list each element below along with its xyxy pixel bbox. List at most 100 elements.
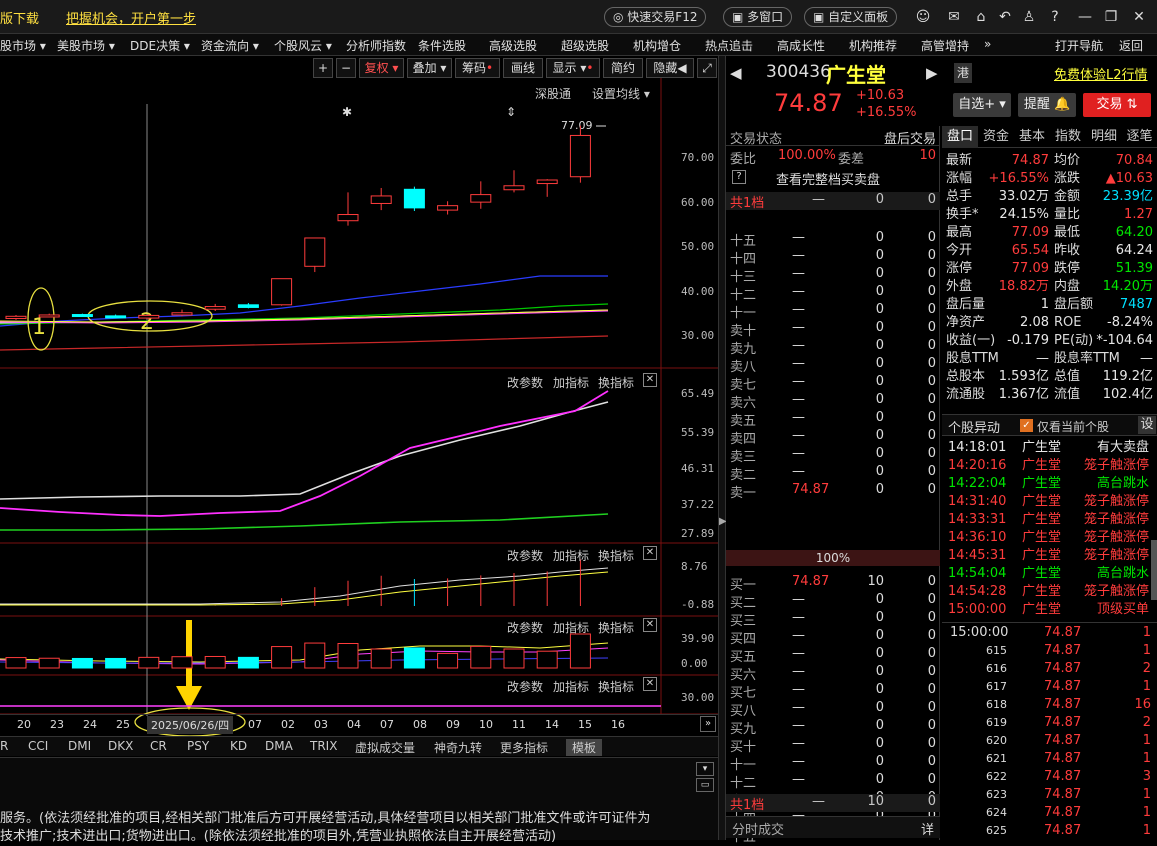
- sells-row[interactable]: 十二 — 0 0: [726, 284, 940, 303]
- close-icon[interactable]: ✕: [1130, 8, 1148, 26]
- menu-item[interactable]: 热点追击: [705, 37, 753, 54]
- tab-indicator[interactable]: TRIX: [310, 739, 337, 753]
- sells-row[interactable]: 十一 — 0 0: [726, 302, 940, 321]
- buys-row[interactable]: 买一 74.87 10 0: [726, 574, 940, 593]
- add-indicator-button[interactable]: 加指标: [553, 374, 589, 391]
- collapse-icon[interactable]: ▾: [696, 762, 714, 776]
- help-icon[interactable]: ?: [732, 170, 746, 184]
- modify-params-button[interactable]: 改参数: [507, 547, 543, 564]
- panel-divider[interactable]: ▶: [718, 56, 727, 840]
- restore-icon[interactable]: ❐: [1102, 8, 1120, 26]
- menu-item[interactable]: 分析师指数: [346, 37, 406, 54]
- tab-indicator[interactable]: 神奇九转: [434, 739, 482, 756]
- tab-funds[interactable]: 资金: [978, 126, 1014, 148]
- sells-row[interactable]: 卖一 74.87 0 0: [726, 482, 940, 501]
- event-row[interactable]: 14:31:40 广生堂 笼子触涨停: [946, 493, 1157, 511]
- sells-row[interactable]: 卖九 — 0 0: [726, 338, 940, 357]
- buys-row[interactable]: 十一 — 0 0: [726, 754, 940, 773]
- buys-row[interactable]: 买八 — 0 0: [726, 700, 940, 719]
- mail-icon[interactable]: ✉: [945, 8, 963, 26]
- scrollbar-thumb[interactable]: [1151, 540, 1157, 600]
- buys-row[interactable]: 买十 — 0 0: [726, 736, 940, 755]
- menu-item[interactable]: 超级选股: [561, 37, 609, 54]
- buys-row[interactable]: 买七 — 0 0: [726, 682, 940, 701]
- menu-item[interactable]: 美股市场 ▾: [57, 37, 115, 54]
- tab-indicator[interactable]: CCI: [28, 739, 48, 753]
- minimize-icon[interactable]: —: [1076, 8, 1094, 26]
- change-indicator-button[interactable]: 换指标: [598, 547, 634, 564]
- alert-button[interactable]: 提醒 🔔: [1018, 93, 1076, 117]
- add-indicator-button[interactable]: 加指标: [553, 619, 589, 636]
- sells-row[interactable]: 卖八 — 0 0: [726, 356, 940, 375]
- promo-link[interactable]: 把握机会，开户第一步: [66, 8, 196, 27]
- event-row[interactable]: 14:54:28 广生堂 笼子触涨停: [946, 583, 1157, 601]
- tab-template[interactable]: 模板: [566, 739, 603, 756]
- tab-indicator[interactable]: KD: [230, 739, 247, 753]
- tab-detail[interactable]: 明细: [1086, 126, 1122, 148]
- change-indicator-button[interactable]: 换指标: [598, 374, 634, 391]
- shirt-icon[interactable]: ♙: [1020, 8, 1038, 26]
- l2-trial-link[interactable]: 免费体验L2行情: [1054, 64, 1148, 83]
- menu-item[interactable]: 个股风云 ▾: [274, 37, 332, 54]
- event-row[interactable]: 14:22:04 广生堂 高台跳水: [946, 475, 1157, 493]
- tab-indicator[interactable]: DMI: [68, 739, 91, 753]
- buys-row[interactable]: 买五 — 0 0: [726, 646, 940, 665]
- sells-row[interactable]: 十四 — 0 0: [726, 248, 940, 267]
- buys-row[interactable]: 买二 — 0 0: [726, 592, 940, 611]
- tab-index[interactable]: 指数: [1050, 126, 1086, 148]
- event-row[interactable]: 14:20:16 广生堂 笼子触涨停: [946, 457, 1157, 475]
- menu-item[interactable]: DDE决策 ▾: [130, 37, 190, 54]
- back-icon[interactable]: ↶: [996, 8, 1014, 26]
- add-watchlist-button[interactable]: 自选+ ▾: [953, 93, 1011, 117]
- tab-indicator[interactable]: CR: [150, 739, 167, 753]
- only-current-label[interactable]: 仅看当前个股: [1037, 418, 1109, 435]
- next-stock-icon[interactable]: ▶: [926, 64, 938, 82]
- back-button[interactable]: 返回: [1119, 37, 1143, 54]
- scroll-right-icon[interactable]: »: [700, 716, 716, 732]
- add-indicator-button[interactable]: 加指标: [553, 547, 589, 564]
- close-panel-icon[interactable]: ✕: [643, 618, 657, 632]
- sells-row[interactable]: 卖七 — 0 0: [726, 374, 940, 393]
- modify-params-button[interactable]: 改参数: [507, 619, 543, 636]
- add-indicator-button[interactable]: 加指标: [553, 678, 589, 695]
- menu-item[interactable]: 高级选股: [489, 37, 537, 54]
- buys-row[interactable]: 买三 — 0 0: [726, 610, 940, 629]
- event-row[interactable]: 14:18:01 广生堂 有大卖盘: [946, 439, 1157, 457]
- home-icon[interactable]: ⌂: [972, 8, 990, 26]
- event-row[interactable]: 15:00:00 广生堂 顶级买单: [946, 601, 1157, 619]
- sells-row[interactable]: 十五 — 0 0: [726, 230, 940, 249]
- sells-row[interactable]: 卖六 — 0 0: [726, 392, 940, 411]
- menu-item[interactable]: 机构增仓: [633, 37, 681, 54]
- sells-row[interactable]: 卖四 — 0 0: [726, 428, 940, 447]
- event-row[interactable]: 14:36:10 广生堂 笼子触涨停: [946, 529, 1157, 547]
- close-panel-icon[interactable]: ✕: [643, 373, 657, 387]
- sells-row[interactable]: 卖二 — 0 0: [726, 464, 940, 483]
- buys-row[interactable]: 买四 — 0 0: [726, 628, 940, 647]
- sells-row[interactable]: 卖十 — 0 0: [726, 320, 940, 339]
- change-indicator-button[interactable]: 换指标: [598, 619, 634, 636]
- tab-tick[interactable]: 逐笔: [1122, 126, 1157, 148]
- sells-row[interactable]: 卖五 — 0 0: [726, 410, 940, 429]
- sells-row[interactable]: 十三 — 0 0: [726, 266, 940, 285]
- buys-row[interactable]: 买六 — 0 0: [726, 664, 940, 683]
- event-row[interactable]: 14:45:31 广生堂 笼子触涨停: [946, 547, 1157, 565]
- tab-indicator[interactable]: 更多指标: [500, 739, 548, 756]
- menu-item[interactable]: 高成长性: [777, 37, 825, 54]
- tab-indicator[interactable]: PSY: [187, 739, 209, 753]
- menu-more[interactable]: »: [984, 37, 991, 51]
- tab-indicator[interactable]: DKX: [108, 739, 133, 753]
- full-depth-link[interactable]: 查看完整档买卖盘: [776, 169, 880, 188]
- help-icon[interactable]: ?: [1046, 8, 1064, 26]
- custom-panel-button[interactable]: ▣ 自定义面板: [804, 7, 898, 27]
- panel-toggle-icon[interactable]: ▭: [696, 778, 714, 792]
- open-nav-button[interactable]: 打开导航: [1055, 37, 1103, 54]
- menu-item[interactable]: 高管增持: [921, 37, 969, 54]
- menu-item[interactable]: 机构推荐: [849, 37, 897, 54]
- quick-trade-button[interactable]: ◎ 快速交易F12: [604, 7, 707, 27]
- tab-indicator[interactable]: DMA: [265, 739, 293, 753]
- chart-area[interactable]: + − 复权 ▾ 叠加 ▾ 筹码• 画线 显示 ▾• 简约 隐藏◀ ⤢ 深股通 …: [0, 56, 718, 736]
- event-row[interactable]: 14:33:31 广生堂 笼子触涨停: [946, 511, 1157, 529]
- time-sales-header[interactable]: 分时成交 详: [726, 816, 940, 838]
- tab-panel[interactable]: 盘口: [942, 126, 978, 148]
- hk-badge[interactable]: 港: [954, 63, 972, 83]
